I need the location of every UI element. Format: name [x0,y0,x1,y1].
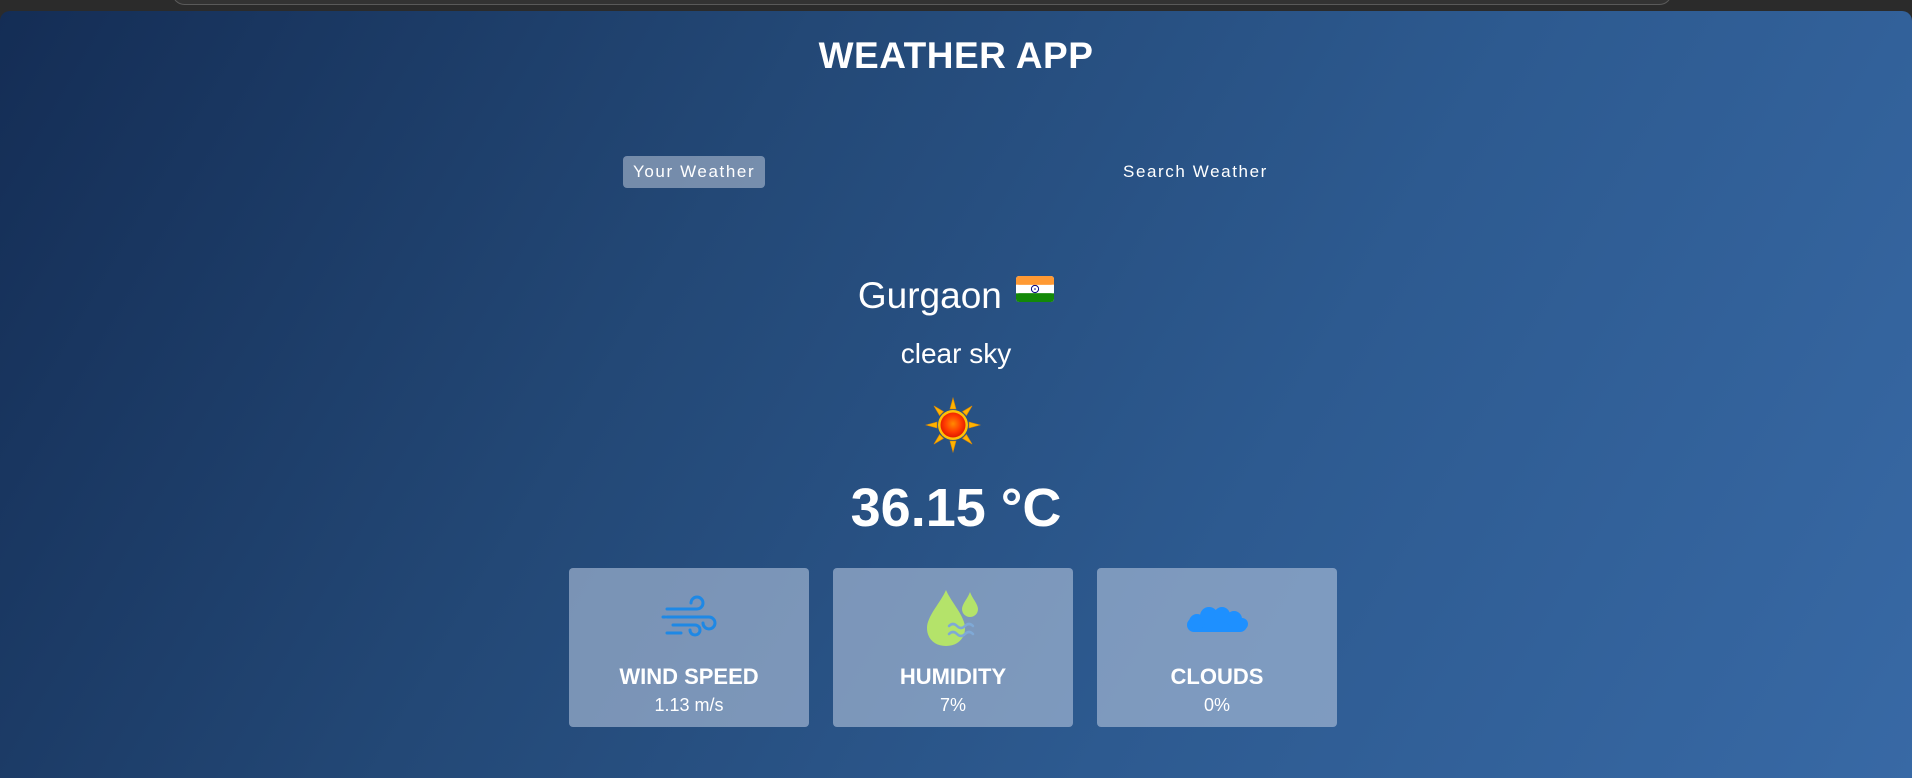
clouds-card: CLOUDS 0% [1097,568,1337,727]
tab-search-weather[interactable]: Search Weather [1113,156,1278,188]
flag-india-icon [1016,276,1055,302]
humidity-icon [927,590,978,646]
browser-address-bar[interactable] [172,0,1672,5]
humidity-card: HUMIDITY 7% [833,568,1073,727]
humidity-value: 7% [939,695,966,715]
temperature: 36.15 °C [850,478,1062,538]
wind-icon [661,595,717,637]
wind-speed-card: WIND SPEED 1.13 m/s [569,568,809,727]
weather-description: clear sky [900,338,1012,369]
wind-speed-value: 1.13 m/s [654,695,724,715]
city-heading: Gurgaon [0,275,1912,317]
clouds-icon [1187,607,1248,632]
city-name: Gurgaon [857,275,1002,316]
clouds-value: 0% [1203,695,1230,715]
tab-your-weather[interactable]: Your Weather [623,156,766,188]
humidity-label: HUMIDITY [899,664,1007,689]
sun-icon [925,397,981,453]
wind-speed-label: WIND SPEED [619,664,759,689]
weather-app: WEATHER APP Your Weather Search Weather … [0,11,1912,778]
clouds-label: CLOUDS [1170,664,1264,689]
app-title: WEATHER APP [818,35,1094,76]
